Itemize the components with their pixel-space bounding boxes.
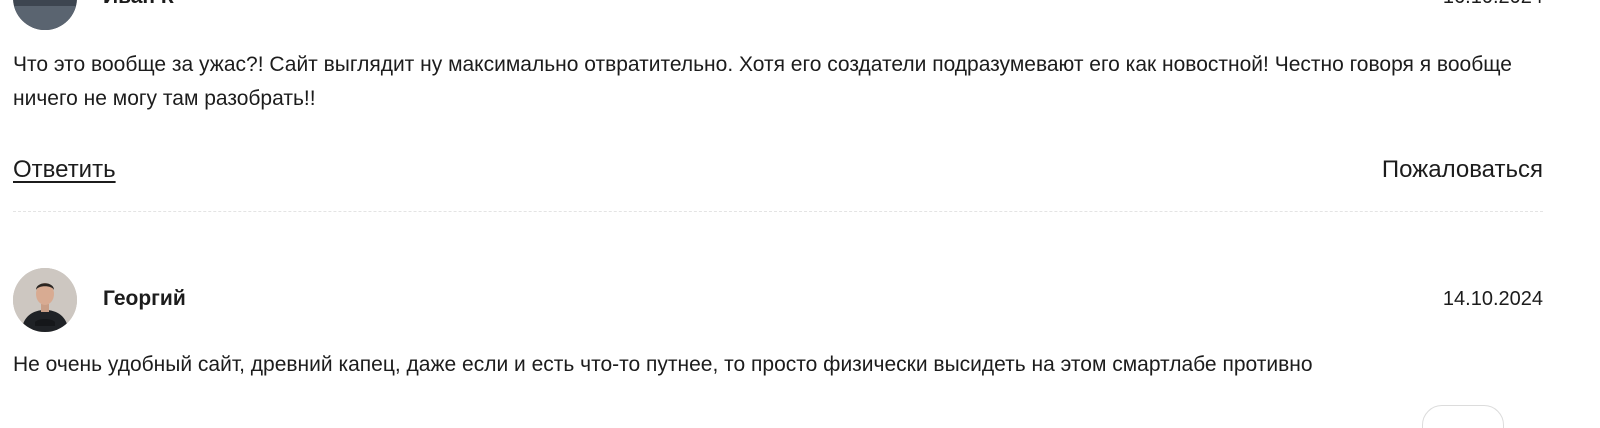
- comment-text: Не очень удобный сайт, древний капец, да…: [13, 353, 1313, 376]
- comment-header: Георгий 14.10.2024: [13, 268, 1543, 332]
- comment-date: 14.10.2024: [1442, 288, 1543, 310]
- avatar-photo-icon: [13, 268, 77, 332]
- comment-item: Иван К 16.10.2024 Что это вообще за ужас…: [13, 0, 1543, 183]
- partial-button[interactable]: [1422, 405, 1504, 428]
- reply-link[interactable]: Ответить: [13, 156, 116, 184]
- avatar-photo-icon: [13, 0, 77, 30]
- avatar: [13, 0, 77, 30]
- comment-author: Георгий: [103, 287, 186, 310]
- report-link[interactable]: Пожаловаться: [1382, 156, 1543, 184]
- comment-date: 16.10.2024: [1443, 0, 1543, 9]
- comment-actions: Ответить Пожаловаться: [13, 156, 1543, 196]
- comment-author: Иван К: [103, 0, 174, 9]
- comment-item: Георгий 14.10.2024 Не очень удобный сайт…: [13, 268, 1543, 376]
- comments-page: Иван К 16.10.2024 Что это вообще за ужас…: [0, 0, 1600, 428]
- avatar: [13, 268, 77, 332]
- comment-divider: [13, 211, 1543, 212]
- comment-text: Что это вообще за ужас?! Сайт выглядит н…: [13, 53, 1512, 110]
- comment-header: Иван К 16.10.2024: [13, 0, 1543, 30]
